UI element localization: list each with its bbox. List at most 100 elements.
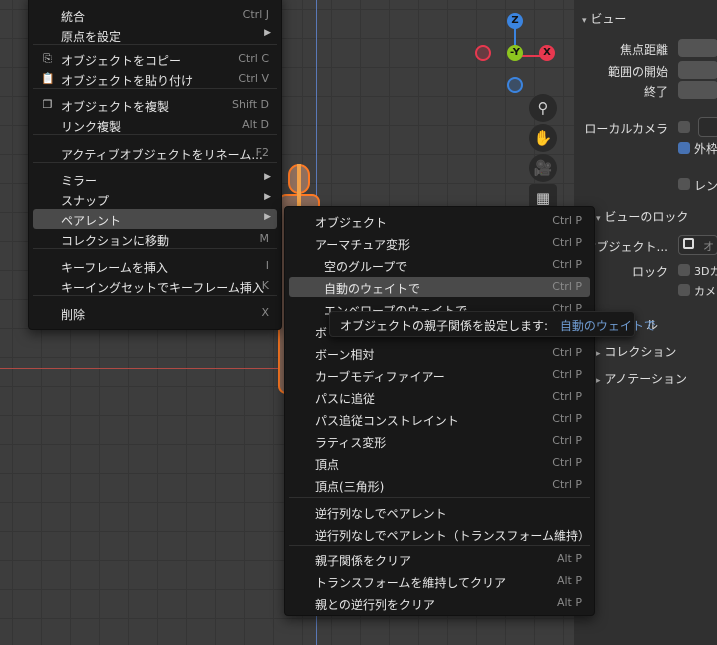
menu-item-label: コレクションに移動: [61, 234, 170, 248]
menu-separator: [33, 248, 277, 249]
zoom-icon[interactable]: ⚲: [529, 94, 557, 122]
gizmo-z-handle[interactable]: Z: [507, 13, 523, 29]
left_menu-item-12[interactable]: キーイングセットでキーフレーム挿入 K: [33, 276, 277, 296]
lock-3d-cursor-checkbox[interactable]: [678, 264, 690, 276]
left_menu-item-8[interactable]: スナップ ▶: [33, 189, 277, 209]
parent_menu-item-7[interactable]: カーブモディファイアー Ctrl P: [289, 365, 590, 385]
lock-camera-label: カメ: [694, 285, 716, 298]
menu-item-shortcut: Ctrl P: [552, 368, 582, 381]
menu-item-shortcut: K: [261, 279, 269, 292]
view-section-header[interactable]: ▾ ビュー: [582, 10, 626, 27]
menu-item-shortcut: Ctrl P: [552, 214, 582, 227]
view-lock-section-header[interactable]: ▾ ビューのロック: [596, 208, 688, 225]
object-icon: [683, 238, 694, 249]
menu-item-shortcut: Ctrl P: [552, 236, 582, 249]
gizmo-neg-x-handle[interactable]: [475, 45, 491, 61]
parent_menu-item-17[interactable]: 親との逆行列をクリア Alt P: [289, 593, 590, 613]
left_menu-item-0[interactable]: 統合 Ctrl J: [33, 5, 277, 25]
menu-item-shortcut: Ctrl P: [552, 412, 582, 425]
parent_menu-item-16[interactable]: トランスフォームを維持してクリア Alt P: [289, 571, 590, 591]
menu-item-label: 逆行列なしでペアレント: [315, 507, 447, 521]
focal-length-label: 焦点距離: [619, 43, 668, 57]
left_menu-item-5[interactable]: リンク複製 Alt D: [33, 115, 277, 135]
clip-start-label: 範囲の開始: [607, 65, 668, 79]
lock-object-field[interactable]: オ: [678, 235, 717, 255]
menu-item-label: 統合: [61, 10, 86, 24]
gizmo-neg-z-handle[interactable]: [507, 77, 523, 93]
parent_menu-item-2[interactable]: 空のグループで Ctrl P: [289, 255, 590, 275]
menu-item-label: 原点を設定: [61, 30, 122, 44]
parent_menu-item-14[interactable]: 逆行列なしでペアレント（トランスフォーム維持）: [289, 524, 590, 544]
menu-separator: [33, 162, 277, 163]
annotation-section-header[interactable]: ▸ アノテーション: [596, 370, 687, 387]
collection-header-label: コレクション: [604, 345, 677, 359]
menu-item-label: リンク複製: [61, 120, 122, 134]
menu-item-label: 自動のウェイトで: [324, 282, 421, 296]
collection-section-header[interactable]: ▸ コレクション: [596, 343, 676, 360]
parent_menu-item-15[interactable]: 親子関係をクリア Alt P: [289, 549, 590, 569]
parent_menu-item-9[interactable]: パス追従コンストレイント Ctrl P: [289, 409, 590, 429]
tooltip-text: オブジェクトの親子関係を設定します:: [340, 319, 549, 333]
menu-item-shortcut: Alt D: [242, 118, 269, 131]
menu-item-label: オブジェクトをコピー: [61, 54, 182, 68]
clip-start-field[interactable]: [678, 61, 717, 79]
parent_menu-item-12[interactable]: 頂点(三角形) Ctrl P: [289, 475, 590, 495]
tooltip-highlight: 自動のウェイトで: [559, 319, 656, 333]
menu-item-label: 削除: [61, 308, 86, 322]
left_menu-item-9[interactable]: ペアレント ▶: [33, 209, 277, 229]
parent_menu-item-1[interactable]: アーマチュア変形 Ctrl P: [289, 233, 590, 253]
focal-length-field[interactable]: [678, 39, 717, 57]
left_menu-item-7[interactable]: ミラー ▶: [33, 169, 277, 189]
menu-item-shortcut: Ctrl P: [552, 456, 582, 469]
parent_menu-item-3[interactable]: 自動のウェイトで Ctrl P: [289, 277, 590, 297]
parent-automatic-weights-tooltip: オブジェクトの親子関係を設定します: 自動のウェイトで: [329, 311, 656, 337]
menu-item-label: ラティス変形: [315, 436, 387, 450]
left_menu-item-3[interactable]: 📋 オブジェクトを貼り付け Ctrl V: [33, 69, 277, 89]
pan-hand-icon[interactable]: ✋: [529, 124, 557, 152]
clip-end-field[interactable]: [678, 81, 717, 99]
menu-item-shortcut: Shift D: [232, 98, 269, 111]
left_menu-item-10[interactable]: コレクションに移動 M: [33, 229, 277, 249]
camera-view-icon[interactable]: 🎥: [529, 154, 557, 182]
lock-label: ロック: [631, 265, 668, 279]
menu-item-label: カーブモディファイアー: [315, 370, 445, 384]
menu-item-label: ボーン相対: [315, 348, 375, 362]
menu-item-label: パスに追従: [315, 392, 376, 406]
left_menu-item-1[interactable]: 原点を設定 ▶: [33, 25, 277, 45]
menu-item-shortcut: I: [265, 259, 269, 272]
annotation-header-label: アノテーション: [604, 372, 688, 386]
render-region-checkbox[interactable]: [678, 178, 690, 190]
left_menu-item-11[interactable]: キーフレームを挿入 I: [33, 256, 277, 276]
parent_menu-item-8[interactable]: パスに追従 Ctrl P: [289, 387, 590, 407]
parent_menu-item-11[interactable]: 頂点 Ctrl P: [289, 453, 590, 473]
menu-item-shortcut: M: [259, 232, 270, 245]
camera-picker-field[interactable]: [698, 117, 717, 137]
lock-3d-cursor-label: 3Dカ: [694, 265, 717, 278]
parent_menu-item-13[interactable]: 逆行列なしでペアレント: [289, 502, 590, 522]
menu-item-shortcut: Alt P: [556, 596, 582, 609]
navigation-gizmo[interactable]: Z X -Y: [470, 10, 560, 100]
menu-item-label: オブジェクトを貼り付け: [61, 74, 194, 88]
parent_menu-item-6[interactable]: ボーン相対 Ctrl P: [289, 343, 590, 363]
submenu-arrow-icon: ▶: [264, 192, 271, 202]
menu-item-shortcut: Alt P: [556, 574, 582, 587]
menu-item-shortcut: Ctrl J: [242, 8, 269, 21]
left_menu-item-6[interactable]: アクティブオブジェクトをリネーム... F2: [33, 143, 277, 163]
menu-separator: [33, 44, 277, 45]
gizmo-neg-y-handle[interactable]: -Y: [507, 45, 523, 61]
lock-camera-checkbox[interactable]: [678, 284, 690, 296]
local-camera-checkbox[interactable]: [678, 121, 690, 133]
gizmo-x-handle[interactable]: X: [539, 45, 555, 61]
left_menu-item-4[interactable]: ❐ オブジェクトを複製 Shift D: [33, 95, 277, 115]
clip-end-label: 終了: [643, 85, 668, 99]
menu-item-label: スナップ: [61, 194, 110, 208]
parent_menu-item-10[interactable]: ラティス変形 Ctrl P: [289, 431, 590, 451]
duplicate-icon: ❐: [42, 98, 53, 111]
menu-item-shortcut: Ctrl P: [552, 346, 582, 359]
left_menu-item-13[interactable]: 削除 X: [33, 303, 277, 323]
outline-checkbox[interactable]: [678, 142, 690, 154]
parent_menu-item-0[interactable]: オブジェクト Ctrl P: [289, 211, 590, 231]
menu-item-label: オブジェクトを複製: [61, 100, 170, 114]
left_menu-item-2[interactable]: ⎘ オブジェクトをコピー Ctrl C: [33, 49, 277, 69]
menu-item-label: 頂点: [315, 458, 340, 472]
